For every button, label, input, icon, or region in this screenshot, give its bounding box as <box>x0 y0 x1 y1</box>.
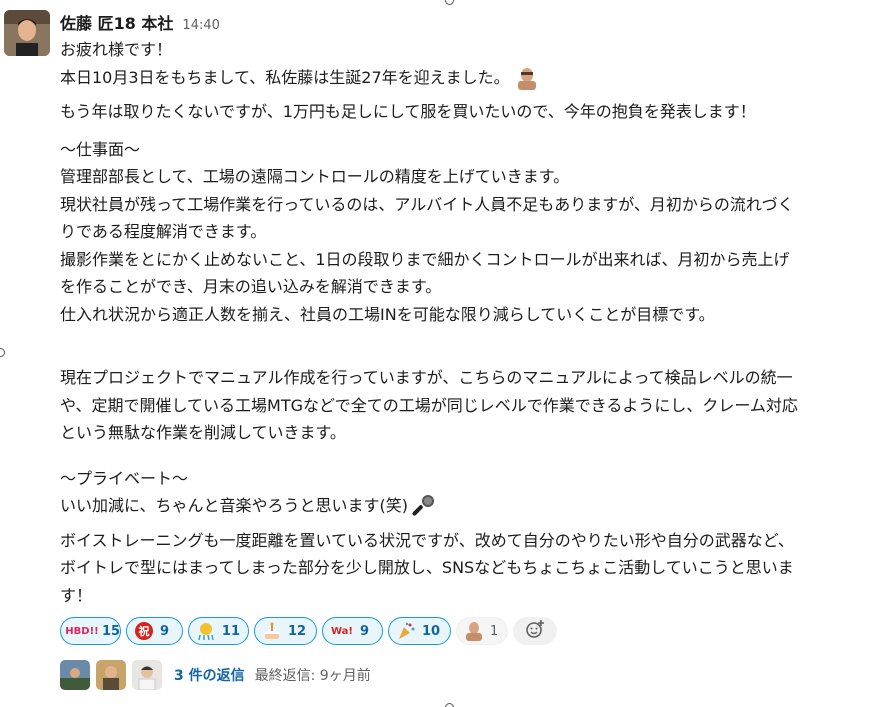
reply-avatar <box>96 660 126 690</box>
message-body: お疲れ様です！ 本日10月3日をもちまして、私佐藤は生誕27年を迎えました。 も… <box>60 36 890 609</box>
section-heading: 〜仕事面〜 <box>60 139 141 159</box>
add-reaction-button[interactable] <box>513 617 557 645</box>
author-name[interactable]: 佐藤 匠18 本社 <box>60 10 173 34</box>
message-line: りである程度解消できます。 <box>60 222 267 241</box>
reaction-party[interactable]: 10 <box>388 617 451 645</box>
message-line: を作ることができ、月末の追い込みを解消できます。 <box>60 277 442 296</box>
message-line: す！ <box>60 585 93 605</box>
add-emoji-icon <box>525 619 545 643</box>
confetti-ball-emoji <box>195 621 217 641</box>
message-line: や、定期で開催している工場MTGなどで全ての工場が同じレベルで作業できるようにし… <box>60 395 798 415</box>
section-heading: 〜プライベート〜 <box>60 468 189 488</box>
reaction-cake[interactable]: 12 <box>254 617 317 645</box>
hbd-text-emoji: HBD!! <box>65 625 99 637</box>
party-popper-emoji <box>395 621 417 641</box>
reaction-confetti[interactable]: 11 <box>188 617 249 645</box>
celebration-red-emoji: 祝 <box>133 621 155 641</box>
timestamp[interactable]: 14:40 <box>182 18 219 33</box>
message-line: 現在プロジェクトでマニュアル作成を行っていますが、こちらのマニュアルによって検品… <box>60 368 793 387</box>
message-line: 現状社員が残って工場作業を行っているのは、アルバイト人員不足もありますが、月初か… <box>60 194 794 214</box>
scroll-marker-bottom <box>445 703 454 707</box>
birthday-cake-emoji <box>261 621 283 641</box>
reaction-hbd[interactable]: HBD!! 15 <box>60 617 121 645</box>
message-line: 撮影作業をとにかく止めないこと、1日の段取りまで細かくコントロールが出来れば、月… <box>60 249 790 269</box>
message-line: ボイトレで型にはまってしまった部分を少し開放し、SNSなどもちょこちょこ活動して… <box>60 558 794 577</box>
message-line: 管理部部長として、工場の遠隔コントロールの精度を上げていきます。 <box>60 167 570 186</box>
wow-text-emoji: Wa! <box>331 625 353 637</box>
reply-avatar <box>60 660 90 690</box>
message: 佐藤 匠18 本社 14:40 お疲れ様です！ 本日10月3日をもちまして、私佐… <box>0 0 896 707</box>
svg-text:祝: 祝 <box>139 624 150 638</box>
microphone-emoji <box>412 494 436 527</box>
person-photo-emoji <box>514 66 540 99</box>
message-line: お疲れ様です！ <box>60 40 173 59</box>
last-reply-time: 最終返信: 9ヶ月前 <box>254 668 371 684</box>
message-line: という無駄な作業を削減していきます。 <box>60 423 346 442</box>
person-photo-emoji <box>463 621 485 641</box>
message-line: ボイストレーニングも一度距離を置いている状況ですが、改めて自分のやりたい形や自分… <box>60 530 794 550</box>
reply-count-link[interactable]: 3 件の返信 <box>174 665 245 685</box>
thread-summary[interactable]: 3 件の返信 最終返信: 9ヶ月前 <box>60 660 371 690</box>
reaction-person[interactable]: 1 <box>456 617 508 645</box>
message-line: 仕入れ状況から適正人数を揃え、社員の工場INを可能な限り減らしていくことが目標で… <box>60 304 715 324</box>
reaction-bar: HBD!! 15 祝 9 11 12 Wa! 9 10 1 <box>60 617 557 645</box>
reply-avatar <box>132 660 162 690</box>
author-avatar[interactable] <box>4 10 50 56</box>
reaction-wow[interactable]: Wa! 9 <box>322 617 383 645</box>
reaction-iwai[interactable]: 祝 9 <box>126 617 183 645</box>
scroll-marker-left <box>0 348 5 357</box>
message-line: もう年は取りたくないですが、1万円も足しにして服を買いたいので、今年の抱負を発表… <box>60 102 756 121</box>
message-line: 本日10月3日をもちまして、私佐藤は生誕27年を迎えました。 <box>60 64 890 99</box>
scroll-marker-top <box>445 0 454 5</box>
message-line: いい加減に、ちゃんと音楽やろうと思います(笑) <box>60 492 890 527</box>
